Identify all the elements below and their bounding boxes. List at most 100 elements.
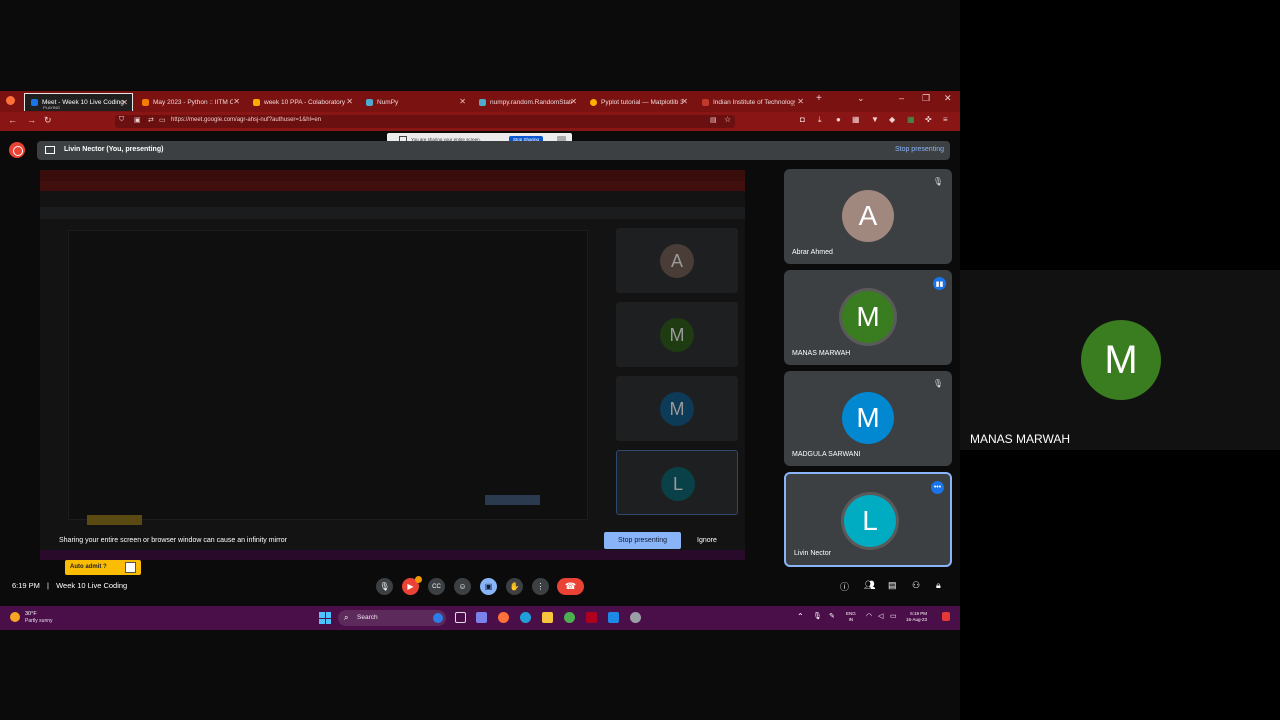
- mirror-avatar: A: [660, 244, 694, 278]
- notification-icon[interactable]: [942, 612, 950, 621]
- camera-permission-icon[interactable]: ▣: [134, 116, 141, 124]
- tab-list-chevron-icon[interactable]: ⌄: [857, 93, 865, 104]
- host-controls-icon[interactable]: 🔒︎: [936, 580, 941, 591]
- extension-icon[interactable]: ▦: [907, 115, 915, 124]
- page-action-icon[interactable]: ▤: [710, 116, 717, 124]
- new-tab-icon[interactable]: +: [816, 93, 822, 104]
- iitm-favicon-icon: [702, 98, 709, 106]
- xbox-icon[interactable]: [564, 612, 575, 623]
- windows-start-icon[interactable]: [319, 612, 331, 624]
- teams-chat-icon[interactable]: [476, 612, 487, 623]
- weather-icon[interactable]: [10, 612, 20, 622]
- mirror-auto-admit: [87, 515, 142, 525]
- search-placeholder: Search: [357, 614, 378, 621]
- url-text[interactable]: https://meet.google.com/agr-ahsj-nuf?aut…: [171, 117, 321, 123]
- share-indicator-icon[interactable]: ⇄: [148, 116, 154, 124]
- tab-colab[interactable]: week 10 PPA - Colaboratory ✕: [247, 93, 357, 111]
- tray-mic-icon[interactable]: 🎙︎: [813, 612, 822, 620]
- system-clock[interactable]: 6:19 PM 16-Aug-23: [906, 611, 927, 623]
- bookmark-star-icon[interactable]: ☆: [724, 115, 731, 124]
- settings-gear-icon[interactable]: [630, 612, 641, 623]
- battery-icon[interactable]: ▭: [890, 612, 897, 620]
- forward-icon[interactable]: →: [27, 115, 36, 125]
- spotlight-tile[interactable]: M MANAS MARWAH: [960, 270, 1280, 450]
- minimize-icon[interactable]: –: [899, 93, 904, 103]
- present-icon[interactable]: ▣: [480, 578, 497, 595]
- pocket-icon[interactable]: ◘: [800, 115, 805, 124]
- tab-numpy-random[interactable]: numpy.random.RandomState :: ✕: [473, 93, 581, 111]
- tab-numpy[interactable]: NumPy ✕: [360, 93, 470, 111]
- input-language[interactable]: ENG IN: [846, 611, 856, 623]
- more-options-icon[interactable]: •••: [931, 481, 944, 494]
- edge-icon[interactable]: [520, 612, 531, 623]
- matplotlib-favicon-icon: [590, 98, 597, 106]
- chat-icon[interactable]: ▤: [888, 580, 897, 591]
- weather-description[interactable]: Partly sunny: [25, 618, 53, 624]
- close-window-icon[interactable]: ✕: [944, 93, 952, 104]
- more-options-icon[interactable]: ⋮: [532, 578, 549, 595]
- end-call-icon[interactable]: ☎: [557, 578, 584, 595]
- participant-name: Livin Nector: [794, 550, 831, 557]
- extension-icon[interactable]: ●: [836, 115, 841, 124]
- raise-hand-icon[interactable]: ✋: [506, 578, 523, 595]
- extension-icon[interactable]: ▼: [871, 115, 879, 124]
- taskbar-search[interactable]: ⌕ Search: [338, 610, 446, 626]
- tab-close-icon[interactable]: ✕: [459, 97, 466, 106]
- bing-icon: [433, 613, 443, 623]
- volume-icon[interactable]: ◁: [878, 612, 883, 620]
- people-icon[interactable]: 👥︎: [864, 580, 875, 591]
- tray-pen-icon[interactable]: ✎: [829, 612, 835, 620]
- tab-close-icon[interactable]: ✕: [121, 98, 128, 107]
- tab-close-icon[interactable]: ✕: [346, 97, 353, 106]
- ignore-button[interactable]: Ignore: [697, 537, 717, 544]
- extensions-puzzle-icon[interactable]: ✜: [925, 115, 932, 124]
- restore-icon[interactable]: ❐: [922, 93, 930, 104]
- tab-close-icon[interactable]: ✕: [570, 97, 577, 106]
- windows-taskbar: 30°F Partly sunny ⌕ Search ⌃ 🎙︎ ✎ ENG IN…: [0, 606, 960, 630]
- shield-icon[interactable]: ⛉: [119, 116, 124, 124]
- tab-close-icon[interactable]: ✕: [681, 97, 688, 106]
- meeting-time: 6:19 PM: [12, 581, 40, 590]
- wifi-icon[interactable]: ◠: [866, 612, 872, 620]
- back-icon[interactable]: ←: [8, 115, 17, 125]
- speaking-icon: ▮▮: [933, 277, 946, 290]
- captions-icon[interactable]: CC: [428, 578, 445, 595]
- tab-pyplot[interactable]: Pyplot tutorial — Matplotlib 3. ✕: [584, 93, 692, 111]
- participant-name: Abrar Ahmed: [792, 249, 833, 256]
- activities-icon[interactable]: ⚇: [912, 580, 920, 591]
- tab-iitm[interactable]: Indian Institute of Technology M ✕: [696, 93, 808, 111]
- emoji-icon[interactable]: ☺: [454, 578, 471, 595]
- app-icon[interactable]: [586, 612, 597, 623]
- file-explorer-icon[interactable]: [542, 612, 553, 623]
- tab-python-course[interactable]: May 2023 - Python :: IITM Onlin ✕: [136, 93, 244, 111]
- auto-admit-control[interactable]: Auto admit ?: [65, 560, 141, 575]
- tray-chevron-icon[interactable]: ⌃: [797, 612, 804, 621]
- firefox-icon[interactable]: [6, 96, 15, 105]
- spotlight-name: MANAS MARWAH: [970, 432, 1071, 446]
- participant-tile[interactable]: M ▮▮ MANAS MARWAH: [784, 270, 952, 365]
- stop-presenting-button[interactable]: Stop presenting: [604, 532, 681, 549]
- participant-tile-self[interactable]: L ••• Livin Nector: [784, 472, 952, 567]
- stop-presenting-link[interactable]: Stop presenting: [895, 146, 944, 153]
- meeting-details-icon[interactable]: ⓘ: [840, 580, 849, 593]
- tab-meet[interactable]: Meet - Week 10 Live Coding PLAYING ✕: [24, 93, 133, 111]
- task-view-icon[interactable]: [455, 612, 466, 623]
- menu-icon[interactable]: ≡: [943, 115, 948, 124]
- participant-tile[interactable]: A 🎙︎ Abrar Ahmed: [784, 169, 952, 264]
- tab-close-icon[interactable]: ✕: [797, 97, 804, 106]
- address-bar[interactable]: ⛉ ▣ ⇄ ▭ https://meet.google.com/agr-ahsj…: [115, 115, 735, 128]
- microphone-icon[interactable]: 🎙︎: [376, 578, 393, 595]
- mail-icon[interactable]: [608, 612, 619, 623]
- extension-icon[interactable]: ◆: [889, 115, 895, 124]
- presenter-label: Livin Nector (You, presenting): [64, 146, 164, 153]
- browser-toolbar: ← → ↻ ⛉ ▣ ⇄ ▭ https://meet.google.com/ag…: [0, 112, 960, 131]
- participant-tile[interactable]: M 🎙︎ MADGULA SARWANI: [784, 371, 952, 466]
- firefox-icon[interactable]: [498, 612, 509, 623]
- extension-icon[interactable]: ▦: [852, 115, 860, 124]
- auto-admit-checkbox[interactable]: [125, 562, 136, 573]
- reload-icon[interactable]: ↻: [44, 115, 52, 126]
- weather-temperature[interactable]: 30°F: [25, 611, 37, 617]
- tab-label: Pyplot tutorial — Matplotlib 3.: [601, 98, 683, 106]
- download-icon[interactable]: ⤓: [818, 115, 822, 125]
- tab-close-icon[interactable]: ✕: [233, 97, 240, 106]
